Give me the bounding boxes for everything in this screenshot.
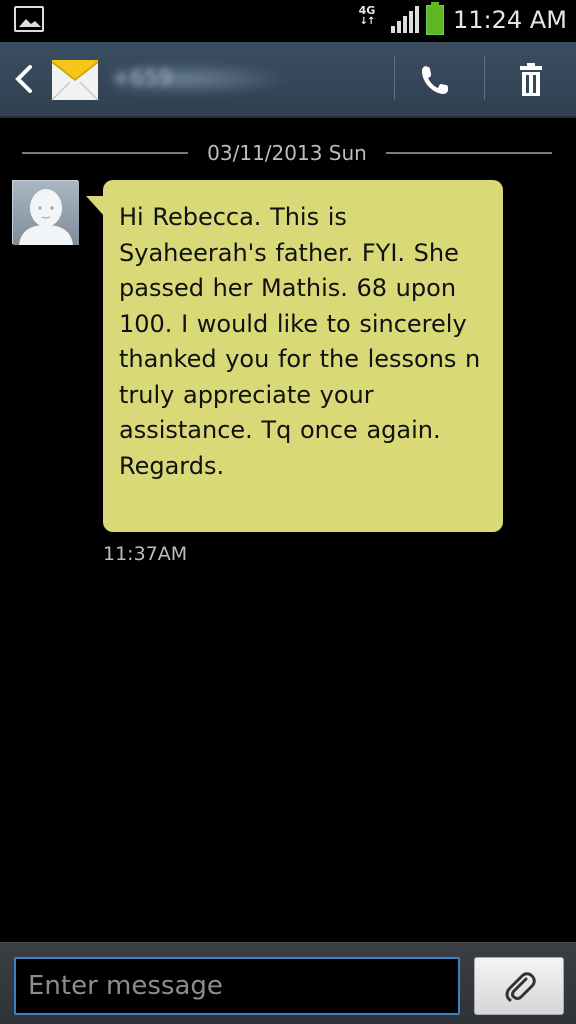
message-bubble[interactable]: Hi Rebecca. This is Syaheerah's father. … xyxy=(103,180,503,532)
envelope-icon[interactable] xyxy=(50,54,100,102)
back-icon[interactable] xyxy=(12,64,36,94)
date-separator: 03/11/2013 Sun xyxy=(22,140,552,166)
delete-button[interactable] xyxy=(508,60,554,100)
message-input[interactable] xyxy=(14,957,460,1015)
network-type: 4G xyxy=(358,4,376,17)
network-indicator: 4G ↓↑ xyxy=(356,5,378,27)
header-divider xyxy=(484,56,485,100)
contact-number[interactable]: +659 xyxy=(112,64,292,94)
call-button[interactable] xyxy=(412,60,458,100)
status-time: 11:24 AM xyxy=(453,6,567,34)
gallery-icon xyxy=(14,6,44,32)
battery-icon xyxy=(426,2,444,35)
header-divider xyxy=(394,56,395,100)
conversation-header: +659 xyxy=(0,42,576,118)
conversation-date: 03/11/2013 Sun xyxy=(197,141,377,165)
paperclip-icon xyxy=(505,972,536,1002)
status-bar: 4G ↓↑ 11:24 AM xyxy=(0,0,576,42)
signal-icon xyxy=(390,6,420,38)
phone-icon xyxy=(422,66,448,94)
trash-icon xyxy=(520,63,542,96)
composer-bar xyxy=(0,942,576,1024)
attach-button[interactable] xyxy=(474,957,564,1015)
contact-avatar[interactable] xyxy=(12,180,79,245)
message-text: Hi Rebecca. This is Syaheerah's father. … xyxy=(119,203,481,480)
message-time: 11:37AM xyxy=(103,543,188,565)
messaging-screen: 4G ↓↑ 11:24 AM +659 03/11/2013 Sun Hi Re… xyxy=(0,0,576,1024)
network-arrows: ↓↑ xyxy=(359,16,376,27)
